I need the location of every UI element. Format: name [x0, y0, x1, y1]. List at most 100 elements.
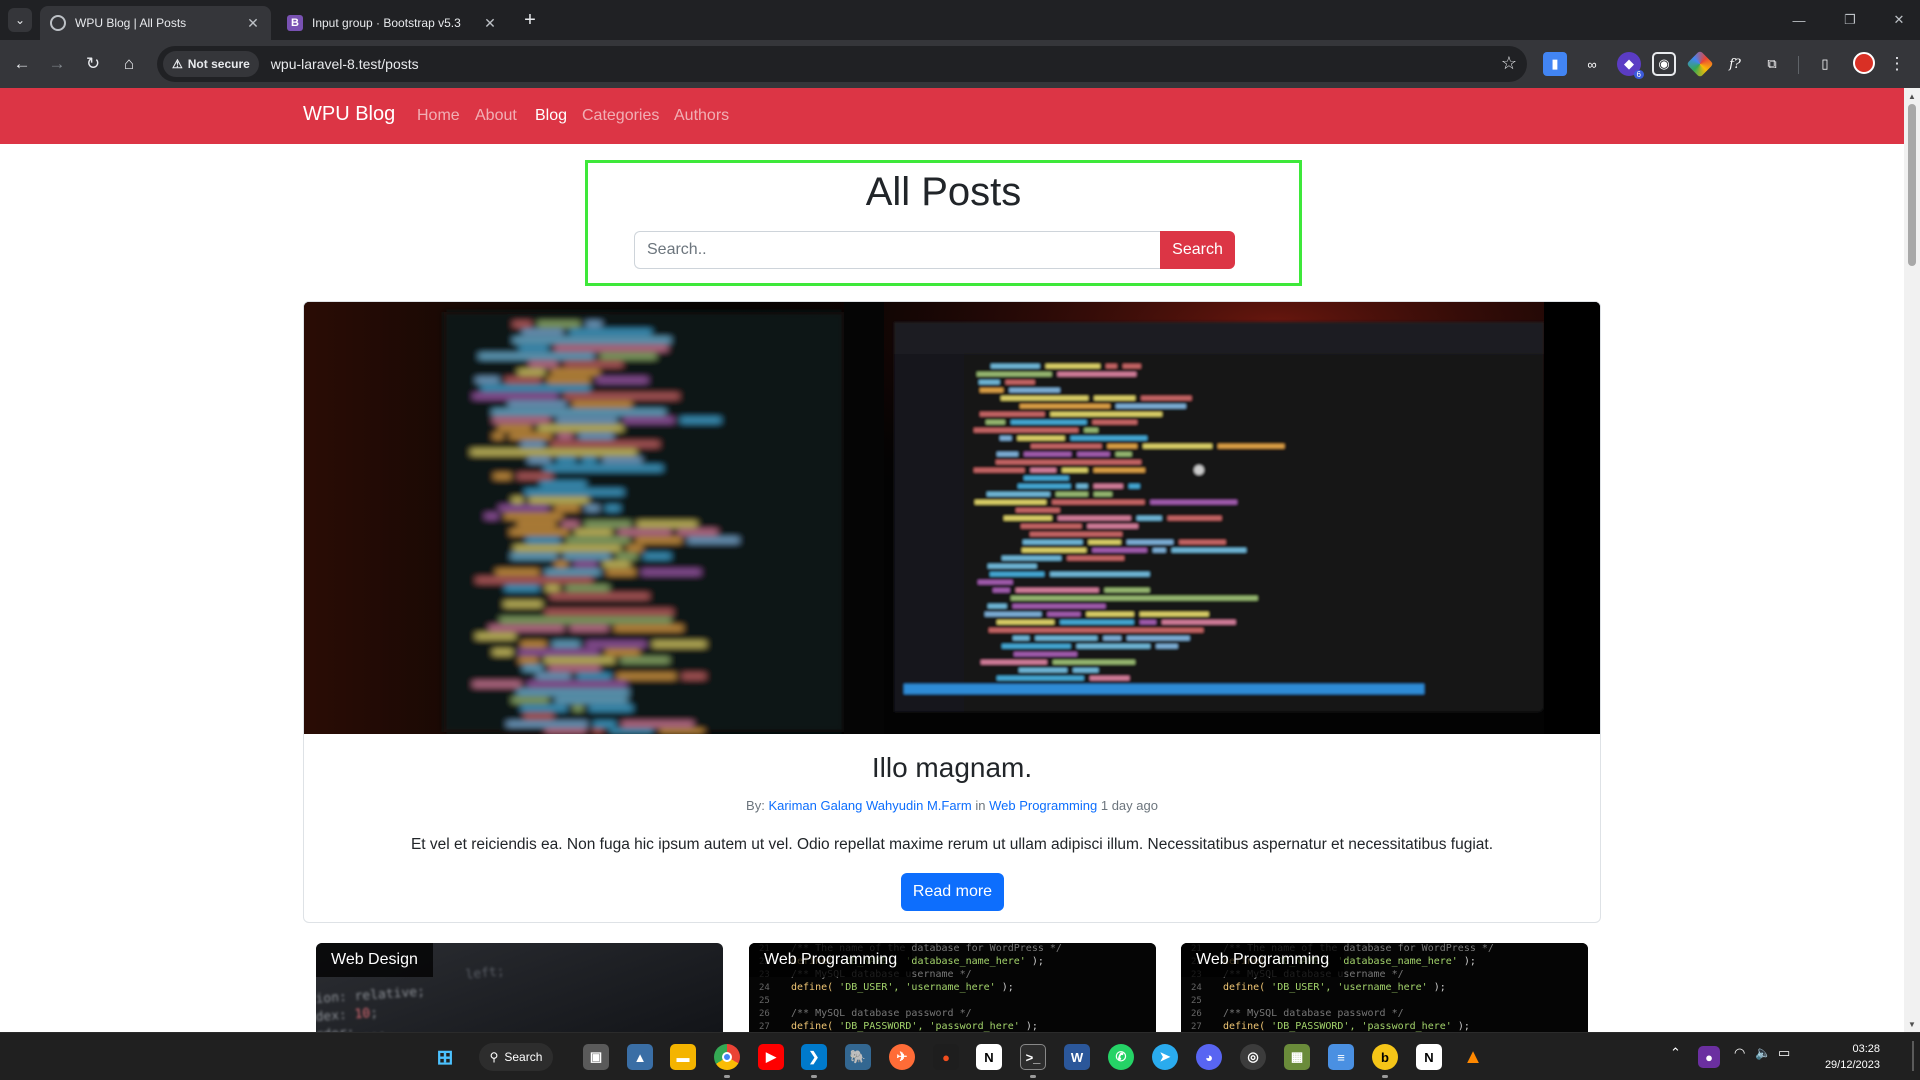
file-explorer-icon[interactable]: ▬ — [670, 1044, 696, 1070]
nav-categories[interactable]: Categories — [582, 107, 659, 125]
telegram-icon[interactable]: ➤ — [1152, 1044, 1178, 1070]
bandicam-icon[interactable]: b — [1372, 1044, 1398, 1070]
more-menu-icon[interactable]: ⋮ — [1885, 52, 1909, 76]
wifi-icon[interactable]: ◠ — [1734, 1045, 1745, 1061]
browser-tab-strip: ⌄ WPU Blog | All Posts ✕ B Input group ·… — [0, 0, 1920, 40]
page-title: All Posts — [865, 170, 1022, 214]
chrome-icon[interactable] — [714, 1044, 740, 1070]
obs-icon[interactable]: ◎ — [1240, 1044, 1266, 1070]
tab-wpu-blog[interactable]: WPU Blog | All Posts ✕ — [40, 6, 271, 40]
side-panel-icon[interactable]: ▯ — [1813, 52, 1837, 76]
notepad-icon[interactable]: ≡ — [1328, 1044, 1354, 1070]
windows-start-icon[interactable]: ⊞ — [432, 1044, 458, 1070]
profile-avatar[interactable] — [1853, 52, 1875, 74]
scroll-up-icon[interactable]: ▲ — [1904, 88, 1920, 104]
svg-text:26: 26 — [759, 1009, 770, 1019]
tab-search-button[interactable]: ⌄ — [8, 8, 32, 32]
scroll-thumb[interactable] — [1908, 104, 1916, 266]
site-brand[interactable]: WPU Blog — [303, 103, 395, 126]
search-button[interactable]: Search — [1160, 231, 1235, 269]
read-more-button[interactable]: Read more — [901, 873, 1004, 911]
battery-icon[interactable]: ▭ — [1778, 1045, 1790, 1061]
nav-authors[interactable]: Authors — [674, 107, 729, 125]
vlc-icon[interactable]: ▲ — [1460, 1044, 1486, 1070]
url-text[interactable]: wpu-laravel-8.test/posts — [271, 56, 419, 72]
task-view-icon[interactable]: ▣ — [583, 1044, 609, 1070]
scroll-down-icon[interactable]: ▼ — [1904, 1016, 1920, 1032]
card-category-badge[interactable]: Web Design — [316, 943, 433, 977]
close-icon[interactable]: ✕ — [482, 15, 498, 32]
running-indicator — [1382, 1075, 1388, 1078]
word-icon[interactable]: W — [1064, 1044, 1090, 1070]
post-card[interactable]: tion: relative; ndex: 10; order: ... lef… — [316, 943, 723, 1032]
glasses-extension-icon[interactable]: ∞ — [1580, 52, 1604, 76]
card-category-badge[interactable]: Web Programming — [749, 943, 913, 977]
new-tab-button[interactable]: + — [518, 8, 542, 32]
back-icon[interactable]: ← — [10, 52, 34, 76]
postman-icon[interactable]: ✈ — [889, 1044, 915, 1070]
svg-text:25: 25 — [759, 996, 770, 1006]
show-desktop-button[interactable] — [1912, 1041, 1914, 1071]
ublock-extension-icon[interactable]: ◆ 6 — [1617, 52, 1644, 79]
search-input[interactable] — [634, 231, 1160, 269]
forward-icon[interactable]: → — [45, 52, 69, 76]
svg-text:define( 'DB_USER', 'username_h: define( 'DB_USER', 'username_here' ); — [791, 982, 1014, 993]
toolbar-divider — [1798, 56, 1799, 74]
close-icon[interactable]: ✕ — [245, 15, 261, 32]
postgres-icon[interactable]: 🐘 — [845, 1044, 871, 1070]
category-link[interactable]: Web Programming — [989, 798, 1097, 813]
svg-text:ndex: 10;: ndex: 10; — [316, 1006, 379, 1026]
by-label: By: — [746, 798, 765, 813]
figma-icon[interactable]: ● — [933, 1044, 959, 1070]
puzzle-extension-icon[interactable]: ⧉ — [1760, 52, 1784, 76]
address-bar[interactable]: ⚠ Not secure wpu-laravel-8.test/posts ☆ — [157, 46, 1527, 82]
discord-icon[interactable]: ◕ — [1196, 1044, 1222, 1070]
restore-icon[interactable]: ❐ — [1835, 8, 1865, 32]
post-title[interactable]: Illo magnam. — [304, 752, 1600, 784]
tab-title: WPU Blog | All Posts — [75, 16, 187, 30]
notion-calendar-icon[interactable]: N — [1416, 1044, 1442, 1070]
home-icon[interactable]: ⌂ — [117, 52, 141, 76]
fonts-extension-icon[interactable]: f? — [1723, 52, 1747, 76]
tab-bootstrap[interactable]: B Input group · Bootstrap v5.3 ✕ — [277, 6, 508, 40]
reload-icon[interactable]: ↻ — [81, 52, 105, 76]
docs-extension-icon[interactable]: ▮ — [1543, 52, 1567, 76]
whatsapp-icon[interactable]: ✆ — [1108, 1044, 1134, 1070]
vscode-icon[interactable]: ❯ — [801, 1044, 827, 1070]
volume-icon[interactable]: 🔈 — [1755, 1045, 1771, 1061]
nav-blog[interactable]: Blog — [535, 107, 567, 125]
nav-about[interactable]: About — [475, 107, 517, 125]
notion-icon[interactable]: N — [976, 1044, 1002, 1070]
card-category-badge[interactable]: Web Programming — [1181, 943, 1345, 977]
photos-app-icon[interactable]: ▲ — [627, 1044, 653, 1070]
colorpick-extension-icon[interactable] — [1686, 50, 1714, 78]
post-card[interactable]: 21/** The name of the database for WordP… — [1181, 943, 1588, 1032]
youtube-icon[interactable]: ▶ — [758, 1044, 784, 1070]
svg-text:left;: left; — [465, 964, 505, 983]
svg-text:/** MySQL database password */: /** MySQL database password */ — [791, 1008, 972, 1019]
svg-text:/** MySQL database password */: /** MySQL database password */ — [1223, 1008, 1404, 1019]
taskbar: ⊞ ⚲ Search ▣ ▲ ▬ ▶ ❯ 🐘 ✈ ● N >_ W ✆ ➤ ◕ … — [0, 1032, 1920, 1080]
svg-text:define( 'DB_PASSWORD', 'passwo: define( 'DB_PASSWORD', 'password_here' )… — [1223, 1021, 1470, 1032]
terminal-icon[interactable]: >_ — [1020, 1044, 1046, 1070]
taskbar-search-label: Search — [504, 1050, 543, 1064]
page-scrollbar[interactable]: ▲ ▼ — [1904, 88, 1920, 1032]
shield-extension-icon[interactable]: ◉ — [1652, 52, 1676, 76]
security-chip[interactable]: ⚠ Not secure — [163, 51, 259, 77]
nav-home[interactable]: Home — [417, 107, 460, 125]
site-navbar: WPU Blog Home About Blog Categories Auth… — [0, 88, 1904, 144]
taskbar-clock[interactable]: 03:28 29/12/2023 — [1810, 1041, 1880, 1073]
bookmark-star-icon[interactable]: ☆ — [1501, 53, 1517, 74]
post-meta: By: Kariman Galang Wahyudin M.Farm in We… — [304, 798, 1600, 813]
svg-text:tion: relative;: tion: relative; — [316, 984, 425, 1007]
svg-text:define( 'DB_PASSWORD', 'passwo: define( 'DB_PASSWORD', 'password_here' )… — [791, 1021, 1038, 1032]
minimize-icon[interactable]: — — [1784, 8, 1814, 32]
author-link[interactable]: Kariman Galang Wahyudin M.Farm — [768, 798, 971, 813]
page-viewport: WPU Blog Home About Blog Categories Auth… — [0, 88, 1904, 1032]
tray-app-icon[interactable]: ● — [1698, 1046, 1720, 1068]
minecraft-icon[interactable]: ▦ — [1284, 1044, 1310, 1070]
post-card[interactable]: 21/** The name of the database for WordP… — [749, 943, 1156, 1032]
tray-overflow-icon[interactable]: ⌃ — [1670, 1045, 1681, 1061]
taskbar-search[interactable]: ⚲ Search — [479, 1043, 553, 1071]
close-window-icon[interactable]: ✕ — [1884, 8, 1914, 32]
